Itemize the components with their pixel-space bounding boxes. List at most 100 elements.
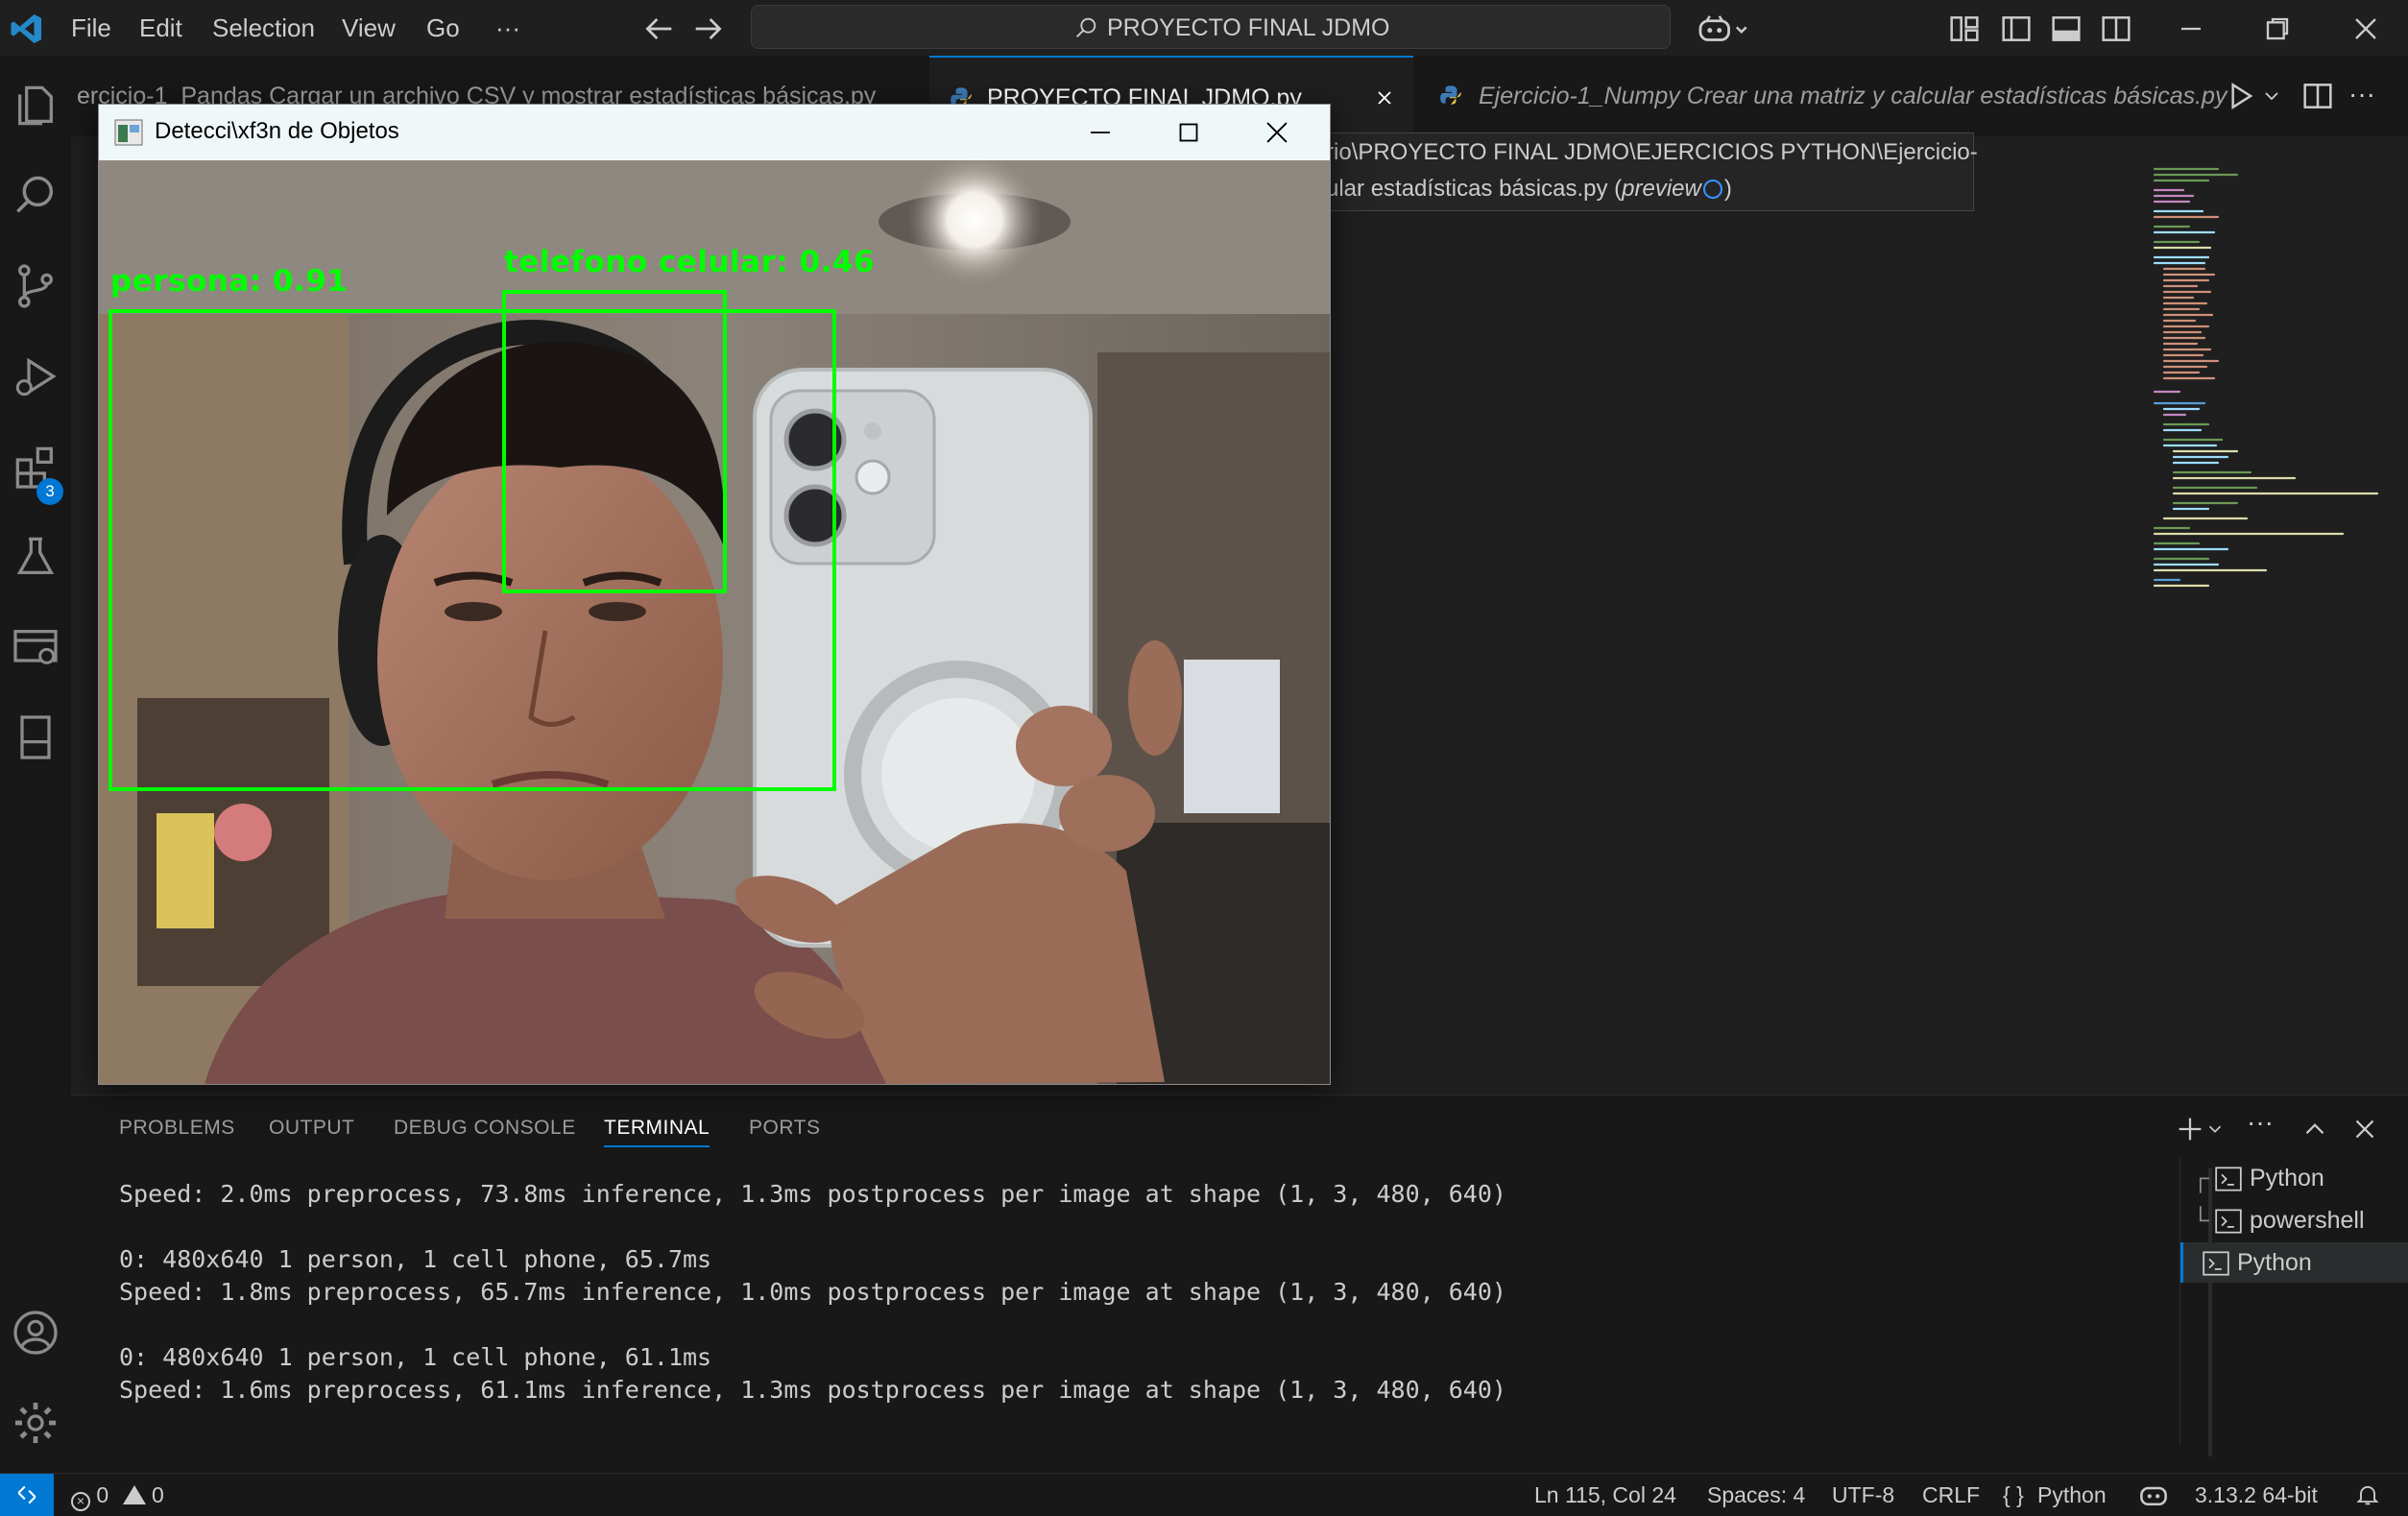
tab-debug-console[interactable]: DEBUG CONSOLE: [394, 1117, 576, 1140]
tab-numpy-exercise[interactable]: Ejercicio-1_Numpy Crear una matriz y cal…: [1415, 56, 2279, 136]
encoding[interactable]: UTF-8: [1832, 1482, 1894, 1508]
search-view-icon[interactable]: [9, 169, 62, 223]
testing-icon[interactable]: [9, 530, 62, 584]
search-icon: [1076, 17, 1096, 37]
command-center-text: PROYECTO FINAL JDMO: [1107, 14, 1390, 41]
split-editor-icon[interactable]: [2299, 77, 2337, 115]
menu-view[interactable]: View: [342, 13, 396, 43]
warning-count: 0: [151, 1482, 164, 1507]
new-terminal-icon[interactable]: [2174, 1113, 2206, 1145]
editor-more-actions[interactable]: ···: [2348, 79, 2375, 109]
python-interpreter[interactable]: 3.13.2 64-bit: [2195, 1482, 2318, 1508]
cursor-position[interactable]: Ln 115, Col 24: [1534, 1482, 1676, 1508]
tab-ports[interactable]: PORTS: [749, 1117, 820, 1140]
menu-more[interactable]: ···: [495, 13, 520, 43]
tree-connector: └: [2192, 1207, 2209, 1234]
panel-more-actions[interactable]: ···: [2247, 1107, 2274, 1138]
notifications-bell-icon[interactable]: [2354, 1481, 2381, 1508]
remote-explorer-icon[interactable]: [9, 620, 62, 674]
terminal-icon: [2215, 1167, 2242, 1191]
tooltip-filename-text: ular estadísticas básicas.py (: [1326, 176, 1623, 202]
customize-layout-icon[interactable]: [1945, 10, 1984, 48]
tab-close-icon[interactable]: [1373, 86, 1396, 109]
terminal-list: ┌ Python └ powershell Python: [2179, 1158, 2408, 1446]
maximize-panel-icon[interactable]: [2299, 1113, 2331, 1145]
menu-file[interactable]: File: [71, 13, 111, 43]
tree-connector: ┌: [2192, 1165, 2209, 1191]
tooltip-close-paren: ): [1723, 176, 1732, 202]
terminal-line: Speed: 1.6ms preprocess, 61.1ms inferenc…: [119, 1376, 1506, 1404]
indentation[interactable]: Spaces: 4: [1707, 1482, 1805, 1508]
preview-settings-icon: [1702, 180, 1722, 199]
chevron-down-icon[interactable]: [2204, 1119, 2226, 1140]
run-debug-icon[interactable]: [9, 349, 62, 403]
error-icon: ×: [71, 1492, 90, 1511]
notebook-icon[interactable]: [9, 710, 62, 764]
window-close-icon[interactable]: [1261, 116, 1293, 149]
problems-indicator[interactable]: × 0 0: [71, 1482, 164, 1511]
copilot-status-icon[interactable]: [2137, 1481, 2170, 1508]
bottom-panel: PROBLEMS OUTPUT DEBUG CONSOLE TERMINAL P…: [71, 1095, 2408, 1474]
detection-label-telefono: telefono celular: 0.46: [504, 245, 876, 279]
python-file-icon: [1440, 85, 1461, 105]
app-window-icon: [114, 119, 143, 146]
terminal-icon: [2203, 1251, 2229, 1276]
command-center-search[interactable]: PROYECTO FINAL JDMO: [751, 5, 1671, 49]
detection-window-title: Detecci\xf3n de Objetos: [155, 118, 399, 144]
terminal-item-python[interactable]: ┌ Python: [2180, 1158, 2408, 1198]
window-maximize-icon[interactable]: [1172, 116, 1205, 149]
explorer-icon[interactable]: [9, 79, 62, 132]
back-arrow-icon[interactable]: [639, 10, 678, 48]
camera-frame: persona: 0.91 telefono celular: 0.46: [99, 160, 1330, 1084]
vscode-logo-icon: [11, 14, 41, 43]
tooltip-filename: ular estadísticas básicas.py (preview): [1326, 176, 1732, 203]
chevron-down-icon[interactable]: [2260, 84, 2283, 108]
terminal-line: Speed: 1.8ms preprocess, 65.7ms inferenc…: [119, 1278, 1506, 1306]
menu-go[interactable]: Go: [426, 13, 460, 43]
terminal-line: 0: 480x640 1 person, 1 cell phone, 65.7m…: [119, 1245, 712, 1273]
status-bar: × 0 0 Ln 115, Col 24 Spaces: 4 UTF-8 CRL…: [0, 1473, 2408, 1516]
terminal-item-label: powershell: [2250, 1207, 2365, 1234]
menu-selection[interactable]: Selection: [212, 13, 315, 43]
minimap[interactable]: [2151, 165, 2381, 616]
object-detection-window[interactable]: Detecci\xf3n de Objetos persona: 0.91 te…: [98, 104, 1331, 1085]
tab-label: Ejercicio-1_Numpy Crear una matriz y cal…: [1479, 83, 2227, 109]
forward-arrow-icon[interactable]: [689, 10, 728, 48]
close-icon[interactable]: [2347, 10, 2385, 48]
terminal-line: Speed: 2.0ms preprocess, 73.8ms inferenc…: [119, 1180, 1506, 1208]
window-minimize-icon[interactable]: [1084, 116, 1117, 149]
line-ending[interactable]: CRLF: [1922, 1482, 1980, 1508]
tooltip-preview-text: preview: [1622, 176, 1701, 202]
terminal-item-python-active[interactable]: Python: [2180, 1242, 2408, 1283]
tab-hover-tooltip: rio\PROYECTO FINAL JDMO\EJERCICIOS PYTHO…: [1315, 132, 1978, 211]
run-file-icon[interactable]: [2222, 77, 2260, 115]
toggle-panel-icon[interactable]: [2047, 10, 2085, 48]
tab-terminal[interactable]: TERMINAL: [604, 1117, 710, 1147]
detection-label-persona: persona: 0.91: [110, 264, 349, 299]
menu-edit[interactable]: Edit: [139, 13, 182, 43]
remote-indicator[interactable]: [0, 1474, 54, 1516]
terminal-item-label: Python: [2237, 1249, 2312, 1276]
tab-output[interactable]: OUTPUT: [269, 1117, 354, 1140]
source-control-icon[interactable]: [9, 259, 62, 313]
language-braces-icon: { }: [2003, 1482, 2024, 1507]
accounts-icon[interactable]: [9, 1306, 62, 1360]
copilot-icon[interactable]: [1696, 10, 1749, 48]
close-panel-icon[interactable]: [2348, 1113, 2381, 1145]
toggle-secondary-sidebar-icon[interactable]: [2097, 10, 2135, 48]
restore-icon[interactable]: [2258, 10, 2297, 48]
language-mode[interactable]: Python: [2037, 1482, 2107, 1508]
terminal-icon: [2215, 1209, 2242, 1234]
minimize-icon[interactable]: [2172, 10, 2210, 48]
detection-window-title-bar[interactable]: Detecci\xf3n de Objetos: [99, 105, 1330, 160]
detection-box-persona: [108, 309, 836, 791]
terminal-item-powershell[interactable]: └ powershell: [2180, 1200, 2408, 1240]
remote-icon: [17, 1485, 36, 1504]
terminal-item-label: Python: [2250, 1165, 2324, 1191]
error-count: 0: [96, 1482, 109, 1507]
tab-problems[interactable]: PROBLEMS: [119, 1117, 235, 1140]
terminal-line: 0: 480x640 1 person, 1 cell phone, 61.1m…: [119, 1343, 712, 1371]
toggle-sidebar-icon[interactable]: [1997, 10, 2035, 48]
settings-gear-icon[interactable]: [9, 1396, 62, 1450]
extensions-badge: 3: [36, 478, 63, 505]
